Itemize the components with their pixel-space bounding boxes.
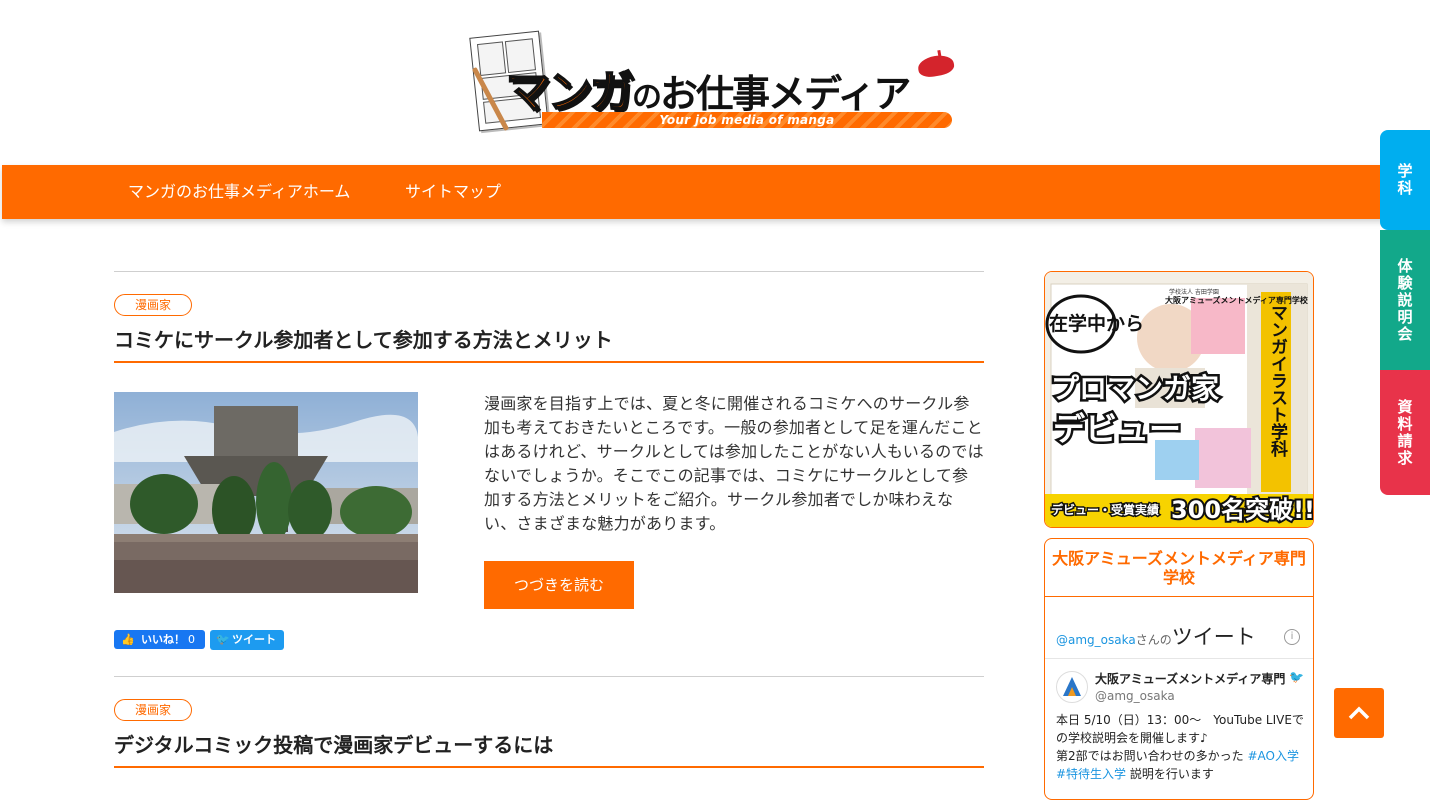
- global-nav: マンガのお仕事メディアホーム サイトマップ: [2, 165, 1430, 219]
- banner-artwork: 学校法人 吉田学園 大阪アミューズメントメディア専門学校 在学中から プロマンガ…: [1045, 272, 1313, 527]
- article-title[interactable]: コミケにサークル参加者として参加する方法とメリット: [114, 324, 984, 353]
- site-logo[interactable]: マンガのお仕事メディア Your job media of manga: [469, 28, 960, 138]
- twitter-tweets-label: ツイート: [1171, 625, 1256, 649]
- banner-school-name: 大阪アミューズメントメディア専門学校: [1165, 295, 1309, 305]
- tweet-label: ツイート: [232, 633, 276, 646]
- beret-icon: [916, 53, 956, 79]
- side-tab-label: 体験説明会: [1395, 257, 1414, 343]
- side-tab-request-brochure[interactable]: 資料請求: [1380, 370, 1430, 495]
- hashtag-link[interactable]: #特待生入学: [1056, 767, 1126, 781]
- school-banner-ad[interactable]: 学校法人 吉田学園 大阪アミューズメントメディア専門学校 在学中から プロマンガ…: [1044, 271, 1314, 528]
- tweet-username[interactable]: @amg_osaka: [1095, 689, 1175, 703]
- title-underline: [114, 766, 984, 768]
- fb-like-count: 0: [188, 633, 195, 646]
- chevron-up-icon: [1348, 706, 1370, 720]
- twitter-widget: 大阪アミューズメントメディア専門学校 @amg_osakaさんのツイート i 大…: [1044, 538, 1314, 800]
- article-title[interactable]: デジタルコミック投稿で漫画家デビューするには: [114, 729, 984, 758]
- banner-vertical-text: マンガイラスト学科: [1267, 304, 1288, 458]
- divider: [114, 676, 984, 677]
- tweet-line-1: 本日 5/10（日）13：00〜 YouTube LIVEでの学校説明会を開催し…: [1056, 713, 1304, 745]
- fb-like-label: いいね！: [141, 633, 185, 646]
- thumbs-up-icon: 👍: [121, 633, 135, 646]
- twitter-san-label: さんの: [1135, 633, 1172, 647]
- logo-title: マンガのお仕事メディア: [505, 56, 911, 120]
- category-badge[interactable]: 漫画家: [114, 699, 192, 721]
- avatar[interactable]: [1056, 671, 1088, 703]
- twitter-widget-title: 大阪アミューズメントメディア専門学校: [1045, 539, 1313, 597]
- twitter-handle-link[interactable]: @amg_osaka: [1056, 633, 1136, 647]
- logo-title-oshigoto: お仕事メディア: [660, 72, 911, 116]
- twitter-bird-icon: 🐦: [216, 633, 230, 646]
- side-tab-label: 資料請求: [1395, 398, 1414, 467]
- article-excerpt: 漫画家を目指す上では、夏と冬に開催されるコミケへのサークル参加も考えておきたいと…: [484, 394, 984, 533]
- side-tab-label: 学科: [1395, 163, 1414, 197]
- back-to-top-button[interactable]: [1334, 688, 1384, 738]
- banner-headline-1: プロマンガ家: [1051, 372, 1219, 405]
- hashtag-link[interactable]: #AO入学: [1247, 749, 1299, 763]
- banner-footer-label: デビュー・受賞実績: [1051, 502, 1159, 517]
- tweet-line-3: 説明を行います: [1129, 767, 1214, 781]
- logo-tagline: Your job media of manga: [542, 112, 952, 128]
- logo-title-no: の: [632, 80, 662, 115]
- facebook-like-button[interactable]: 👍 いいね！ 0: [114, 630, 205, 649]
- category-badge[interactable]: 漫画家: [114, 294, 192, 316]
- tweet-text: 本日 5/10（日）13：00〜 YouTube LIVEでの学校説明会を開催し…: [1056, 711, 1306, 783]
- title-underline: [114, 361, 984, 363]
- read-more-button[interactable]: つづきを読む: [484, 561, 634, 609]
- info-icon[interactable]: i: [1284, 629, 1300, 645]
- banner-footer-count: 300名突破!!: [1171, 496, 1313, 524]
- divider: [114, 271, 984, 272]
- logo-title-manga: マンガ: [505, 66, 635, 119]
- nav-sitemap-link[interactable]: サイトマップ: [405, 165, 501, 219]
- amg-logo-icon: [1063, 677, 1081, 696]
- banner-school-line: 学校法人 吉田学園: [1169, 288, 1219, 296]
- twitter-bird-icon[interactable]: 🐦: [1289, 670, 1304, 684]
- banner-headline-2: デビュー: [1053, 410, 1181, 448]
- twitter-timeline-header: @amg_osakaさんのツイート: [1056, 621, 1256, 651]
- divider: [1045, 658, 1313, 659]
- article-thumbnail[interactable]: [114, 392, 418, 593]
- tweet-display-name[interactable]: 大阪アミューズメントメディア専門: [1095, 670, 1285, 687]
- side-tab-open-campus[interactable]: 体験説明会: [1380, 230, 1430, 370]
- nav-home-link[interactable]: マンガのお仕事メディアホーム: [128, 165, 350, 219]
- banner-bubble-text: 在学中から: [1049, 312, 1144, 335]
- big-sight-photo: [114, 392, 418, 593]
- tweet-button[interactable]: 🐦 ツイート: [210, 630, 284, 650]
- tweet-line-2: 第2部ではお問い合わせの多かった: [1056, 749, 1244, 763]
- side-tab-departments[interactable]: 学科: [1380, 130, 1430, 230]
